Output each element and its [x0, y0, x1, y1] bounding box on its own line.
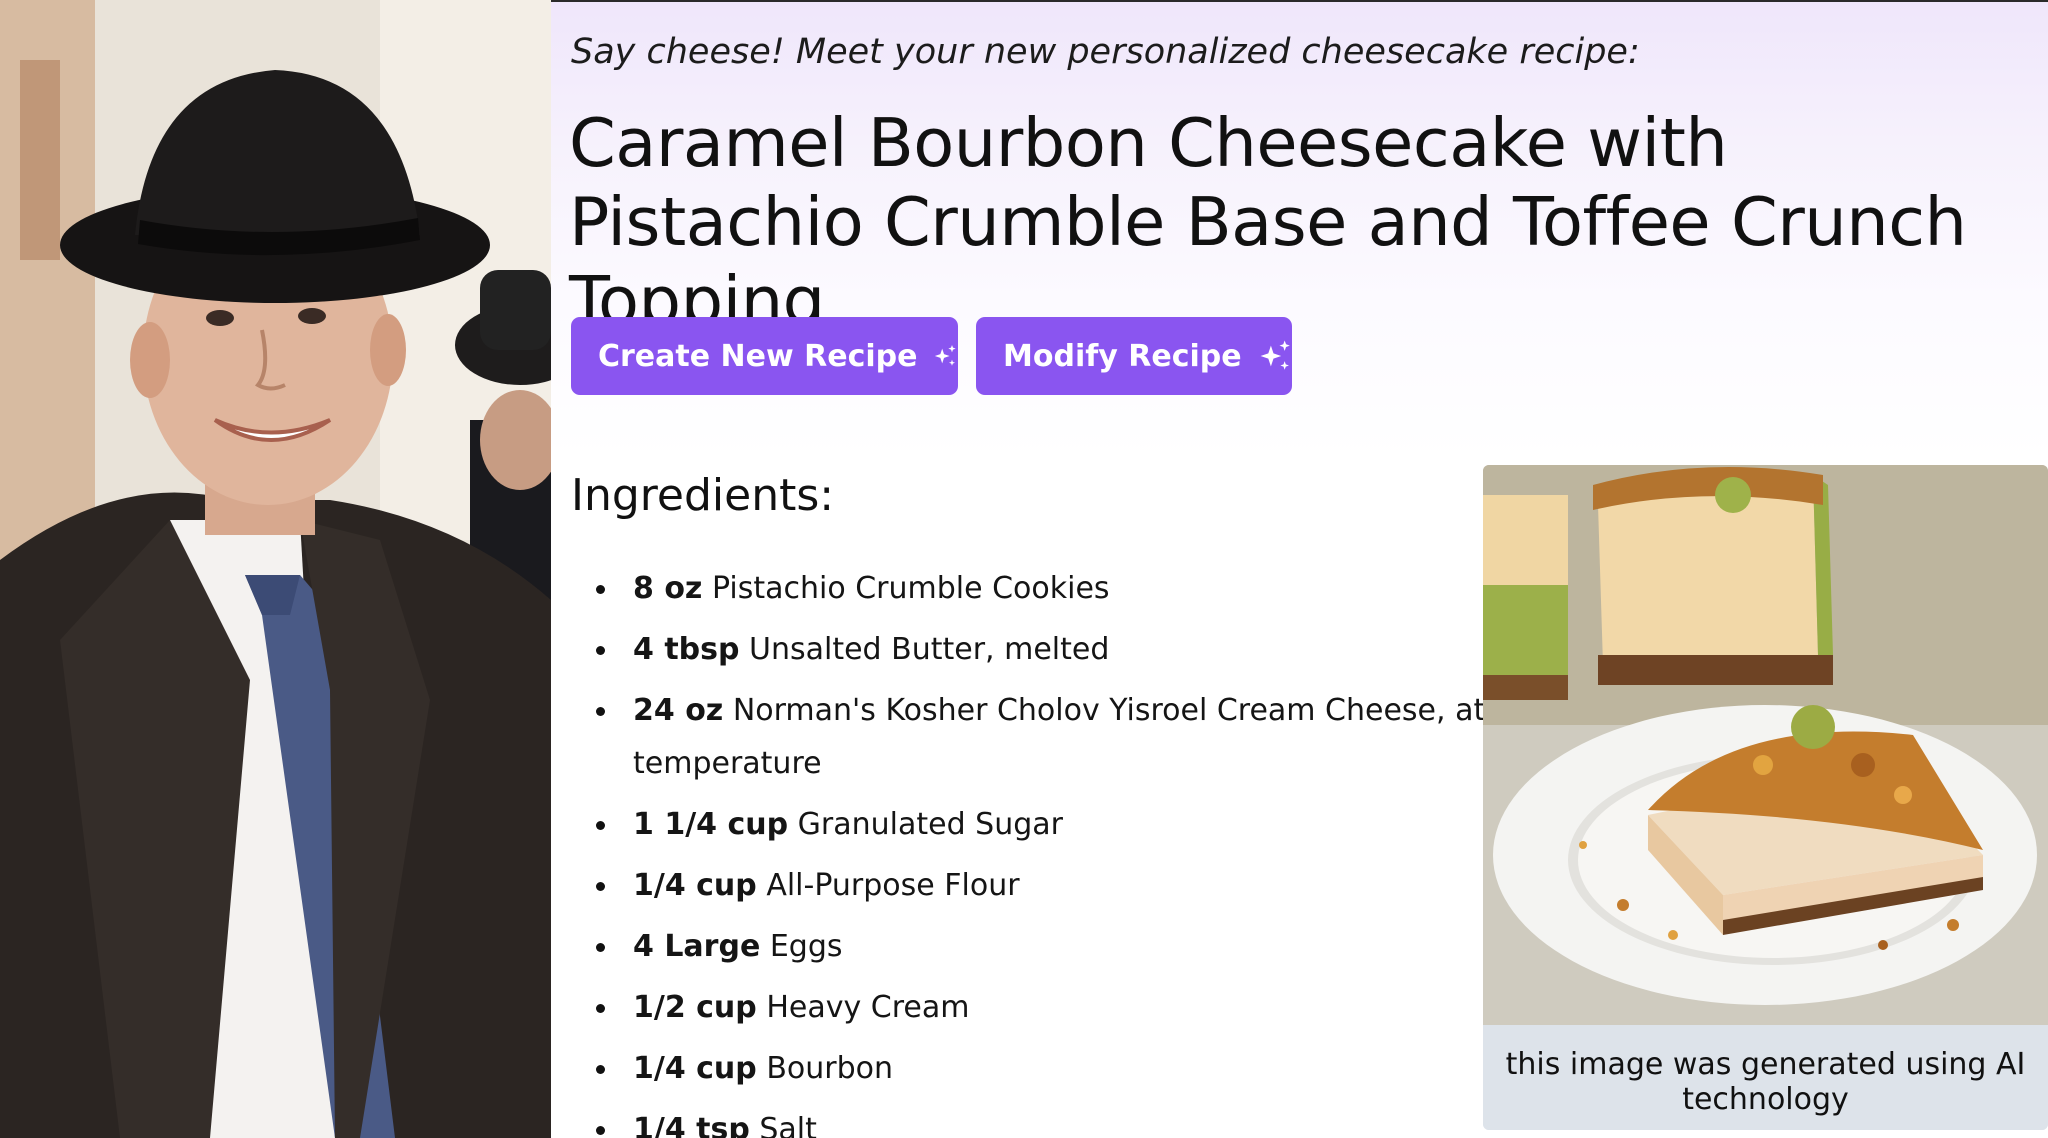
recipe-title: Caramel Bourbon Cheesecake with Pistachi… [569, 104, 1967, 340]
ingredient-item: 1/4 cup All-Purpose Flour [591, 859, 1631, 912]
ingredient-item: 24 oz Norman's Kosher Cholov Yisroel Cre… [591, 684, 1631, 790]
ingredient-item: 4 tbsp Unsalted Butter, melted [591, 623, 1631, 676]
create-new-recipe-label: Create New Recipe [598, 338, 918, 374]
modify-recipe-button[interactable]: Modify Recipe [976, 317, 1292, 395]
ingredient-item: 1/4 tsp Salt [591, 1103, 1631, 1138]
cheesecake-image [1483, 465, 2048, 1025]
create-new-recipe-button[interactable]: Create New Recipe [571, 317, 958, 395]
image-caption: this image was generated using AI techno… [1483, 1025, 2048, 1130]
recipe-tagline: Say cheese! Meet your new personalized c… [571, 32, 1640, 72]
person-photo-illustration [0, 0, 551, 1138]
person-photo [0, 0, 551, 1138]
ingredient-name: Heavy Cream [766, 990, 970, 1025]
ingredient-qty: 1/4 cup [633, 1051, 757, 1086]
ingredient-item: 4 Large Eggs [591, 920, 1631, 973]
ingredient-qty: 1/4 cup [633, 868, 757, 903]
ingredient-name: Norman's Kosher Cholov Yisroel Cream Che… [633, 693, 1573, 781]
ingredient-name: Eggs [769, 929, 843, 964]
ingredient-qty: 4 Large [633, 929, 761, 964]
ingredients-heading: Ingredients: [571, 470, 835, 521]
ingredient-item: 1/2 cup Heavy Cream [591, 981, 1631, 1034]
modify-recipe-label: Modify Recipe [1003, 338, 1242, 374]
ingredient-name: Granulated Sugar [797, 807, 1063, 842]
ingredient-item: 1/4 cup Bourbon [591, 1042, 1631, 1095]
ingredient-name: Unsalted Butter, melted [749, 632, 1110, 667]
ingredient-item: 8 oz Pistachio Crumble Cookies [591, 562, 1631, 615]
ingredient-name: Pistachio Crumble Cookies [711, 571, 1110, 606]
ingredient-name: All-Purpose Flour [766, 868, 1020, 903]
ingredient-qty: 4 tbsp [633, 632, 740, 667]
ingredient-qty: 1/2 cup [633, 990, 757, 1025]
ingredient-qty: 8 oz [633, 571, 703, 606]
sparkle-icon [1260, 340, 1290, 370]
ingredient-name: Bourbon [766, 1051, 894, 1086]
ingredient-qty: 24 oz [633, 693, 724, 728]
ingredient-qty: 1/4 tsp [633, 1112, 750, 1138]
ingredient-name: Salt [759, 1112, 817, 1138]
generated-image-card: this image was generated using AI techno… [1483, 465, 2048, 1130]
sparkle-icon [935, 344, 957, 366]
ingredient-item: 1 1/4 cup Granulated Sugar [591, 798, 1631, 851]
ingredients-list: 8 oz Pistachio Crumble Cookies 4 tbsp Un… [591, 562, 1631, 1138]
ingredient-qty: 1 1/4 cup [633, 807, 789, 842]
